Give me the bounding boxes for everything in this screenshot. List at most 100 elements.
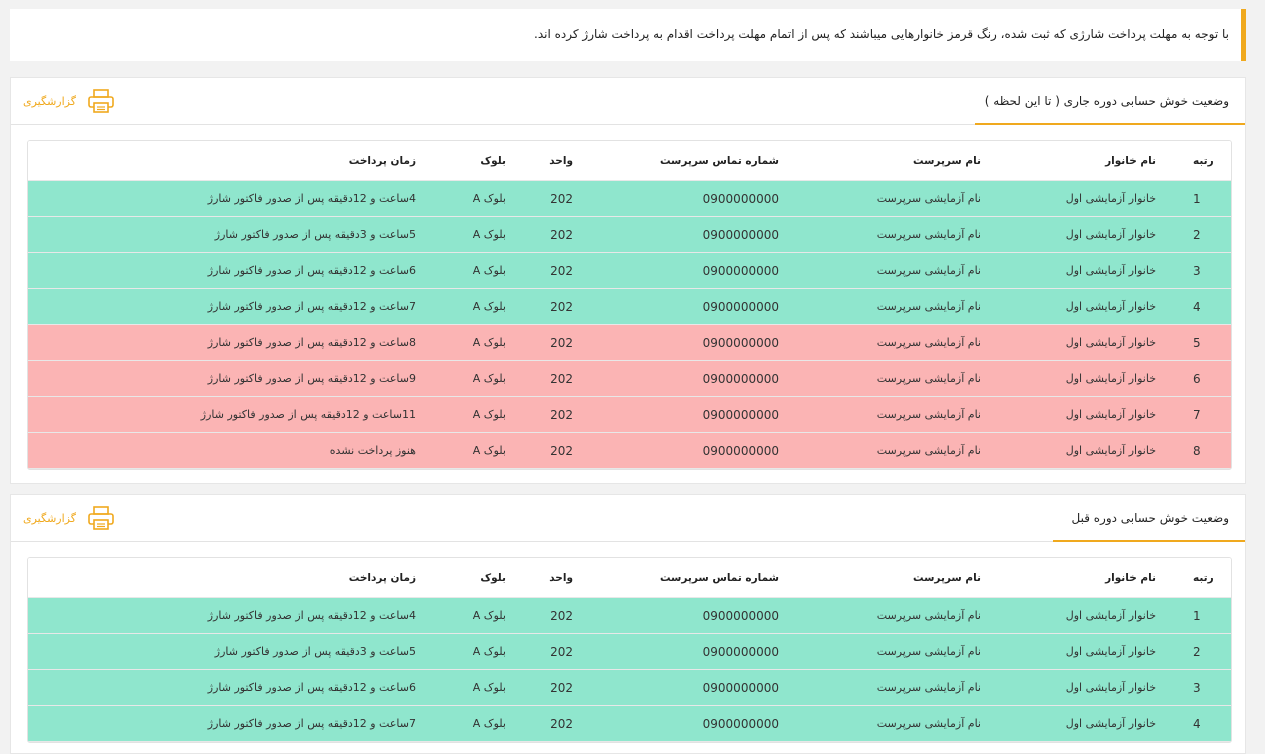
cell-phone: 0900000000 (702, 335, 779, 350)
cell-time: 5ساعت و 3دقیقه پس از صدور فاکتور شارژ (214, 645, 416, 658)
cell-family: خانوار آزمایشی اول (1065, 645, 1156, 658)
cell-rank: 6 (1193, 371, 1201, 386)
cell-rank: 4 (1193, 299, 1201, 314)
table-row: 7 خانوار آزمایشی اول نام آزمایشی سرپرست 090… (28, 397, 1231, 433)
cell-unit: 202 (550, 299, 573, 314)
cell-owner: نام آزمایشی سرپرست (876, 717, 981, 730)
cell-block: بلوک A (472, 681, 506, 694)
cell-unit: 202 (550, 680, 573, 695)
cell-rank: 5 (1193, 335, 1201, 350)
cell-rank: 3 (1193, 680, 1201, 695)
cell-owner: نام آزمایشی سرپرست (876, 192, 981, 205)
table-row: 2 خانوار آزمایشی اول نام آزمایشی سرپرست 090… (28, 634, 1231, 670)
cell-owner: نام آزمایشی سرپرست (876, 645, 981, 658)
cell-block: بلوک A (472, 192, 506, 205)
card-header: وضعیت خوش حسابی دوره قبل گزارشگیری (11, 495, 1245, 542)
table-row: 8 خانوار آزمایشی اول نام آزمایشی سرپرست 090… (28, 433, 1231, 469)
cell-family: خانوار آزمایشی اول (1065, 408, 1156, 421)
cell-family: خانوار آزمایشی اول (1065, 444, 1156, 457)
current-period-table: رتبه نام خانوار نام سرپرست شماره تماس سرپرس… (27, 140, 1232, 470)
column-header-unit: واحد (549, 571, 573, 584)
column-header-phone: شماره تماس سرپرست (659, 571, 779, 584)
cell-unit: 202 (550, 716, 573, 731)
cell-phone: 0900000000 (702, 263, 779, 278)
cell-block: بلوک A (472, 645, 506, 658)
cell-time: 6ساعت و 12دقیقه پس از صدور فاکتور شارژ (207, 264, 416, 277)
cell-unit: 202 (550, 644, 573, 659)
cell-rank: 8 (1193, 443, 1201, 458)
cell-time: هنوز پرداخت نشده (329, 444, 416, 457)
cell-phone: 0900000000 (702, 407, 779, 422)
cell-family: خانوار آزمایشی اول (1065, 717, 1156, 730)
cell-owner: نام آزمایشی سرپرست (876, 264, 981, 277)
current-period-card: وضعیت خوش حسابی دوره جاری ( تا این لحظه … (10, 77, 1246, 484)
cell-phone: 0900000000 (702, 608, 779, 623)
cell-owner: نام آزمایشی سرپرست (876, 228, 981, 241)
column-header-block: بلوک (480, 571, 506, 584)
column-header-rank: رتبه (1193, 571, 1214, 584)
card-header: وضعیت خوش حسابی دوره جاری ( تا این لحظه … (11, 78, 1245, 125)
cell-phone: 0900000000 (702, 716, 779, 731)
notice-text: با توجه به مهلت پرداخت شارژی که ثبت شده،… (534, 27, 1229, 41)
cell-unit: 202 (550, 443, 573, 458)
cell-family: خانوار آزمایشی اول (1065, 609, 1156, 622)
cell-block: بلوک A (472, 444, 506, 457)
column-header-owner: نام سرپرست (912, 571, 981, 584)
report-label: گزارشگیری (23, 511, 76, 525)
cell-time: 6ساعت و 12دقیقه پس از صدور فاکتور شارژ (207, 681, 416, 694)
cell-phone: 0900000000 (702, 191, 779, 206)
cell-unit: 202 (550, 608, 573, 623)
cell-time: 4ساعت و 12دقیقه پس از صدور فاکتور شارژ (207, 609, 416, 622)
cell-owner: نام آزمایشی سرپرست (876, 372, 981, 385)
table-row: 6 خانوار آزمایشی اول نام آزمایشی سرپرست 090… (28, 361, 1231, 397)
cell-unit: 202 (550, 227, 573, 242)
cell-owner: نام آزمایشی سرپرست (876, 444, 981, 457)
cell-unit: 202 (550, 191, 573, 206)
cell-time: 9ساعت و 12دقیقه پس از صدور فاکتور شارژ (207, 372, 416, 385)
cell-rank: 1 (1193, 608, 1201, 623)
cell-phone: 0900000000 (702, 299, 779, 314)
printer-icon (88, 506, 114, 530)
cell-unit: 202 (550, 371, 573, 386)
report-button-previous[interactable]: گزارشگیری (23, 505, 116, 531)
cell-block: بلوک A (472, 228, 506, 241)
column-header-family: نام خانوار (1105, 571, 1156, 584)
table-row: 2 خانوار آزمایشی اول نام آزمایشی سرپرست 090… (28, 217, 1231, 253)
column-header-phone: شماره تماس سرپرست (659, 154, 779, 167)
current-period-title: وضعیت خوش حسابی دوره جاری ( تا این لحظه … (984, 94, 1229, 108)
table-row: 3 خانوار آزمایشی اول نام آزمایشی سرپرست 090… (28, 670, 1231, 706)
cell-time: 7ساعت و 12دقیقه پس از صدور فاکتور شارژ (207, 300, 416, 313)
cell-owner: نام آزمایشی سرپرست (876, 681, 981, 694)
column-header-owner: نام سرپرست (912, 154, 981, 167)
column-header-time: زمان پرداخت (348, 154, 416, 167)
cell-rank: 3 (1193, 263, 1201, 278)
column-header-time: زمان پرداخت (348, 571, 416, 584)
cell-phone: 0900000000 (702, 644, 779, 659)
title-underline (1053, 540, 1245, 542)
previous-period-card: وضعیت خوش حسابی دوره قبل گزارشگیری رتبه ن… (10, 494, 1246, 754)
cell-time: 4ساعت و 12دقیقه پس از صدور فاکتور شارژ (207, 192, 416, 205)
column-header-family: نام خانوار (1105, 154, 1156, 167)
printer-icon (88, 89, 114, 113)
cell-time: 7ساعت و 12دقیقه پس از صدور فاکتور شارژ (207, 717, 416, 730)
column-header-block: بلوک (480, 154, 506, 167)
cell-family: خانوار آزمایشی اول (1065, 681, 1156, 694)
cell-block: بلوک A (472, 300, 506, 313)
cell-rank: 7 (1193, 407, 1201, 422)
cell-owner: نام آزمایشی سرپرست (876, 609, 981, 622)
cell-family: خانوار آزمایشی اول (1065, 300, 1156, 313)
cell-time: 5ساعت و 3دقیقه پس از صدور فاکتور شارژ (214, 228, 416, 241)
cell-phone: 0900000000 (702, 371, 779, 386)
cell-owner: نام آزمایشی سرپرست (876, 336, 981, 349)
table-row: 1 خانوار آزمایشی اول نام آزمایشی سرپرست 090… (28, 598, 1231, 634)
report-button-current[interactable]: گزارشگیری (23, 88, 116, 114)
cell-block: بلوک A (472, 609, 506, 622)
cell-family: خانوار آزمایشی اول (1065, 336, 1156, 349)
cell-family: خانوار آزمایشی اول (1065, 192, 1156, 205)
cell-time: 8ساعت و 12دقیقه پس از صدور فاکتور شارژ (207, 336, 416, 349)
cell-owner: نام آزمایشی سرپرست (876, 408, 981, 421)
previous-period-title: وضعیت خوش حسابی دوره قبل (1071, 511, 1230, 525)
table-row: 5 خانوار آزمایشی اول نام آزمایشی سرپرست 090… (28, 325, 1231, 361)
table-row: 3 خانوار آزمایشی اول نام آزمایشی سرپرست 090… (28, 253, 1231, 289)
table-row: 4 خانوار آزمایشی اول نام آزمایشی سرپرست 090… (28, 289, 1231, 325)
